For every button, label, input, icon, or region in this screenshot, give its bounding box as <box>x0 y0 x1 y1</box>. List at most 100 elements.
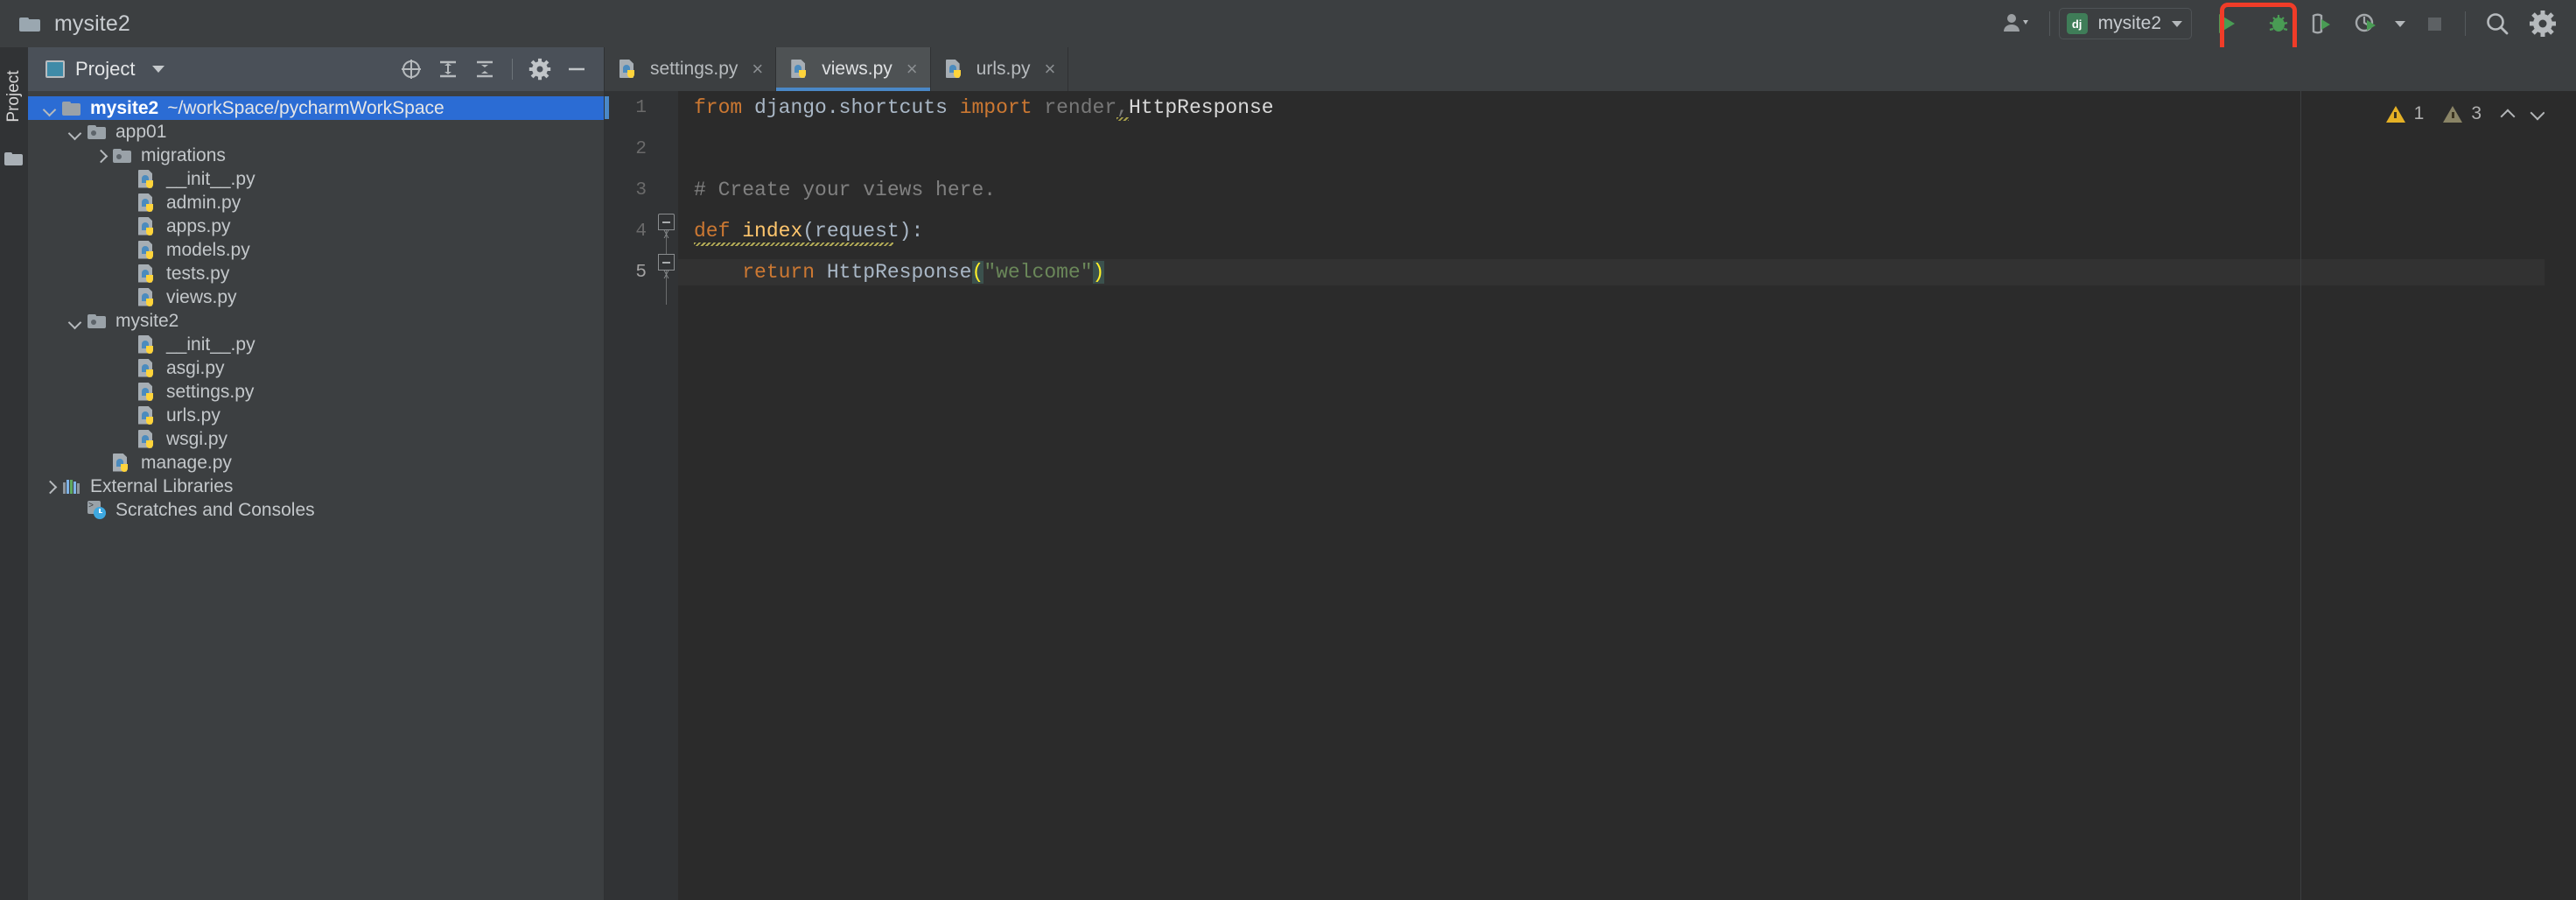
gear-icon[interactable] <box>2520 0 2569 47</box>
tree-item--init-py[interactable]: __init__.py <box>28 167 604 191</box>
line-number-5: 5 <box>635 263 647 283</box>
code-folding-gutter[interactable] <box>655 91 678 900</box>
code-token: HttpResponse <box>1128 96 1274 119</box>
editor-tab-views-py[interactable]: views.py × <box>776 47 931 91</box>
python-file-icon <box>112 453 133 474</box>
toolbar-separator-2 <box>2465 11 2466 36</box>
project-tool-window: Project mysite2 ~/workSpace/pycharmWorkS… <box>28 47 605 900</box>
project-tree[interactable]: mysite2 ~/workSpace/pycharmWorkSpace app01… <box>28 91 604 900</box>
tree-item-manage-py[interactable]: manage.py <box>28 451 604 475</box>
fold-marker-def[interactable] <box>658 214 675 230</box>
tree-item-admin-py[interactable]: admin.py <box>28 191 604 214</box>
code-text[interactable]: from django.shortcuts import render,Http… <box>678 91 2576 900</box>
chevron-up-icon[interactable] <box>2502 108 2515 120</box>
user-account-icon[interactable] <box>1993 0 2040 47</box>
tree-item-migrations[interactable]: migrations <box>28 144 604 167</box>
code-editor[interactable]: 1 2 3 4 5 from django.shortcuts import rende… <box>605 91 2576 900</box>
python-file-icon <box>790 59 811 80</box>
inspection-widget[interactable]: 1 3 <box>2385 103 2544 124</box>
code-token: ) <box>1092 261 1105 284</box>
code-line-5[interactable]: return HttpResponse("welcome") <box>694 259 1105 285</box>
tree-item-label: manage.py <box>141 452 232 473</box>
select-opened-file-icon[interactable] <box>395 53 428 86</box>
tree-item--init-py[interactable]: __init__.py <box>28 333 604 356</box>
run-with-coverage-button[interactable] <box>2300 0 2344 47</box>
title-bar: mysite2 dj mysite2 <box>0 0 2576 63</box>
python-file-icon <box>137 169 158 190</box>
code-line-1[interactable]: from django.shortcuts import render,Http… <box>694 95 1274 121</box>
debug-button[interactable] <box>2257 0 2300 47</box>
code-line-4[interactable]: def index(request): <box>694 218 923 246</box>
django-icon: dj <box>2066 13 2088 34</box>
python-file-icon <box>945 59 966 80</box>
tree-item-wsgi-py[interactable]: wsgi.py <box>28 427 604 451</box>
editor-tab-label: urls.py <box>976 59 1031 79</box>
close-icon[interactable]: × <box>906 60 918 79</box>
folder-icon <box>19 15 42 32</box>
fold-marker-return[interactable] <box>658 254 675 271</box>
tree-item-views-py[interactable]: views.py <box>28 285 604 309</box>
editor-tab-bar: settings.py × views.py × urls.py × <box>605 47 2576 91</box>
code-line-3[interactable]: # Create your views here. <box>694 177 996 203</box>
close-icon[interactable]: × <box>752 60 763 79</box>
main-area: Project Project mysite2 ~/workSpace/pych… <box>0 47 2576 900</box>
editor-tab-label: settings.py <box>650 59 738 79</box>
tree-item-apps-py[interactable]: apps.py <box>28 214 604 238</box>
python-file-icon <box>137 334 158 355</box>
tree-item-asgi-py[interactable]: asgi.py <box>28 356 604 380</box>
chevron-right-icon[interactable] <box>93 148 108 164</box>
window-title: mysite2 <box>54 11 130 36</box>
chevron-down-icon[interactable] <box>67 124 83 140</box>
tree-item-app01[interactable]: app01 <box>28 120 604 144</box>
profile-button[interactable] <box>2344 0 2388 47</box>
line-number-1: 1 <box>635 98 647 118</box>
python-file-icon <box>137 240 158 261</box>
tree-item-label: views.py <box>166 286 237 307</box>
tree-item-label: admin.py <box>166 192 242 213</box>
fold-marker-def-tip <box>658 230 675 238</box>
tree-item-scratches-and-consoles[interactable]: > Scratches and Consoles <box>28 498 604 522</box>
tree-item-models-py[interactable]: models.py <box>28 238 604 262</box>
run-button[interactable] <box>2195 0 2257 47</box>
tree-item-label: mysite2 <box>116 310 179 331</box>
chevron-down-icon[interactable] <box>42 101 58 116</box>
tree-item-settings-py[interactable]: settings.py <box>28 380 604 404</box>
tree-item-label: asgi.py <box>166 357 225 378</box>
settings-gear-icon[interactable] <box>523 53 556 86</box>
close-icon[interactable]: × <box>1045 60 1056 79</box>
search-everywhere-icon[interactable] <box>2474 0 2520 47</box>
tree-item-mysite2[interactable]: mysite2 <box>28 309 604 333</box>
sidebar-tab-project[interactable]: Project <box>0 56 28 137</box>
tree-item-label: models.py <box>166 239 250 260</box>
chevron-down-icon[interactable] <box>67 313 83 329</box>
collapse-all-icon[interactable] <box>468 53 501 86</box>
run-configuration-selector[interactable]: dj mysite2 <box>2058 8 2192 39</box>
python-file-icon <box>137 216 158 237</box>
stop-button[interactable] <box>2412 0 2456 47</box>
tree-item-external-libraries[interactable]: External Libraries <box>28 475 604 498</box>
editor-tab-urls-py[interactable]: urls.py × <box>931 47 1069 91</box>
tree-item-tests-py[interactable]: tests.py <box>28 262 604 285</box>
inspection-squiggle <box>694 220 893 246</box>
warning-count: 1 <box>2413 103 2425 123</box>
chevron-right-icon[interactable] <box>42 479 58 495</box>
editor-tab-label: views.py <box>822 59 892 79</box>
toolbar-separator <box>512 59 513 80</box>
editor-scrollbar[interactable] <box>2544 91 2576 900</box>
editor-tab-settings-py[interactable]: settings.py × <box>605 47 777 91</box>
tree-item-mysite2[interactable]: mysite2 ~/workSpace/pycharmWorkSpace <box>28 96 604 120</box>
tree-item-urls-py[interactable]: urls.py <box>28 404 604 427</box>
chevron-down-icon[interactable] <box>2532 108 2544 120</box>
project-view-selector[interactable]: Project <box>46 58 165 81</box>
expand-all-icon[interactable] <box>431 53 465 86</box>
hide-icon[interactable] <box>560 53 593 86</box>
profile-dropdown-chevron-down-icon[interactable] <box>2388 0 2412 47</box>
tree-item-label: migrations <box>141 144 226 165</box>
